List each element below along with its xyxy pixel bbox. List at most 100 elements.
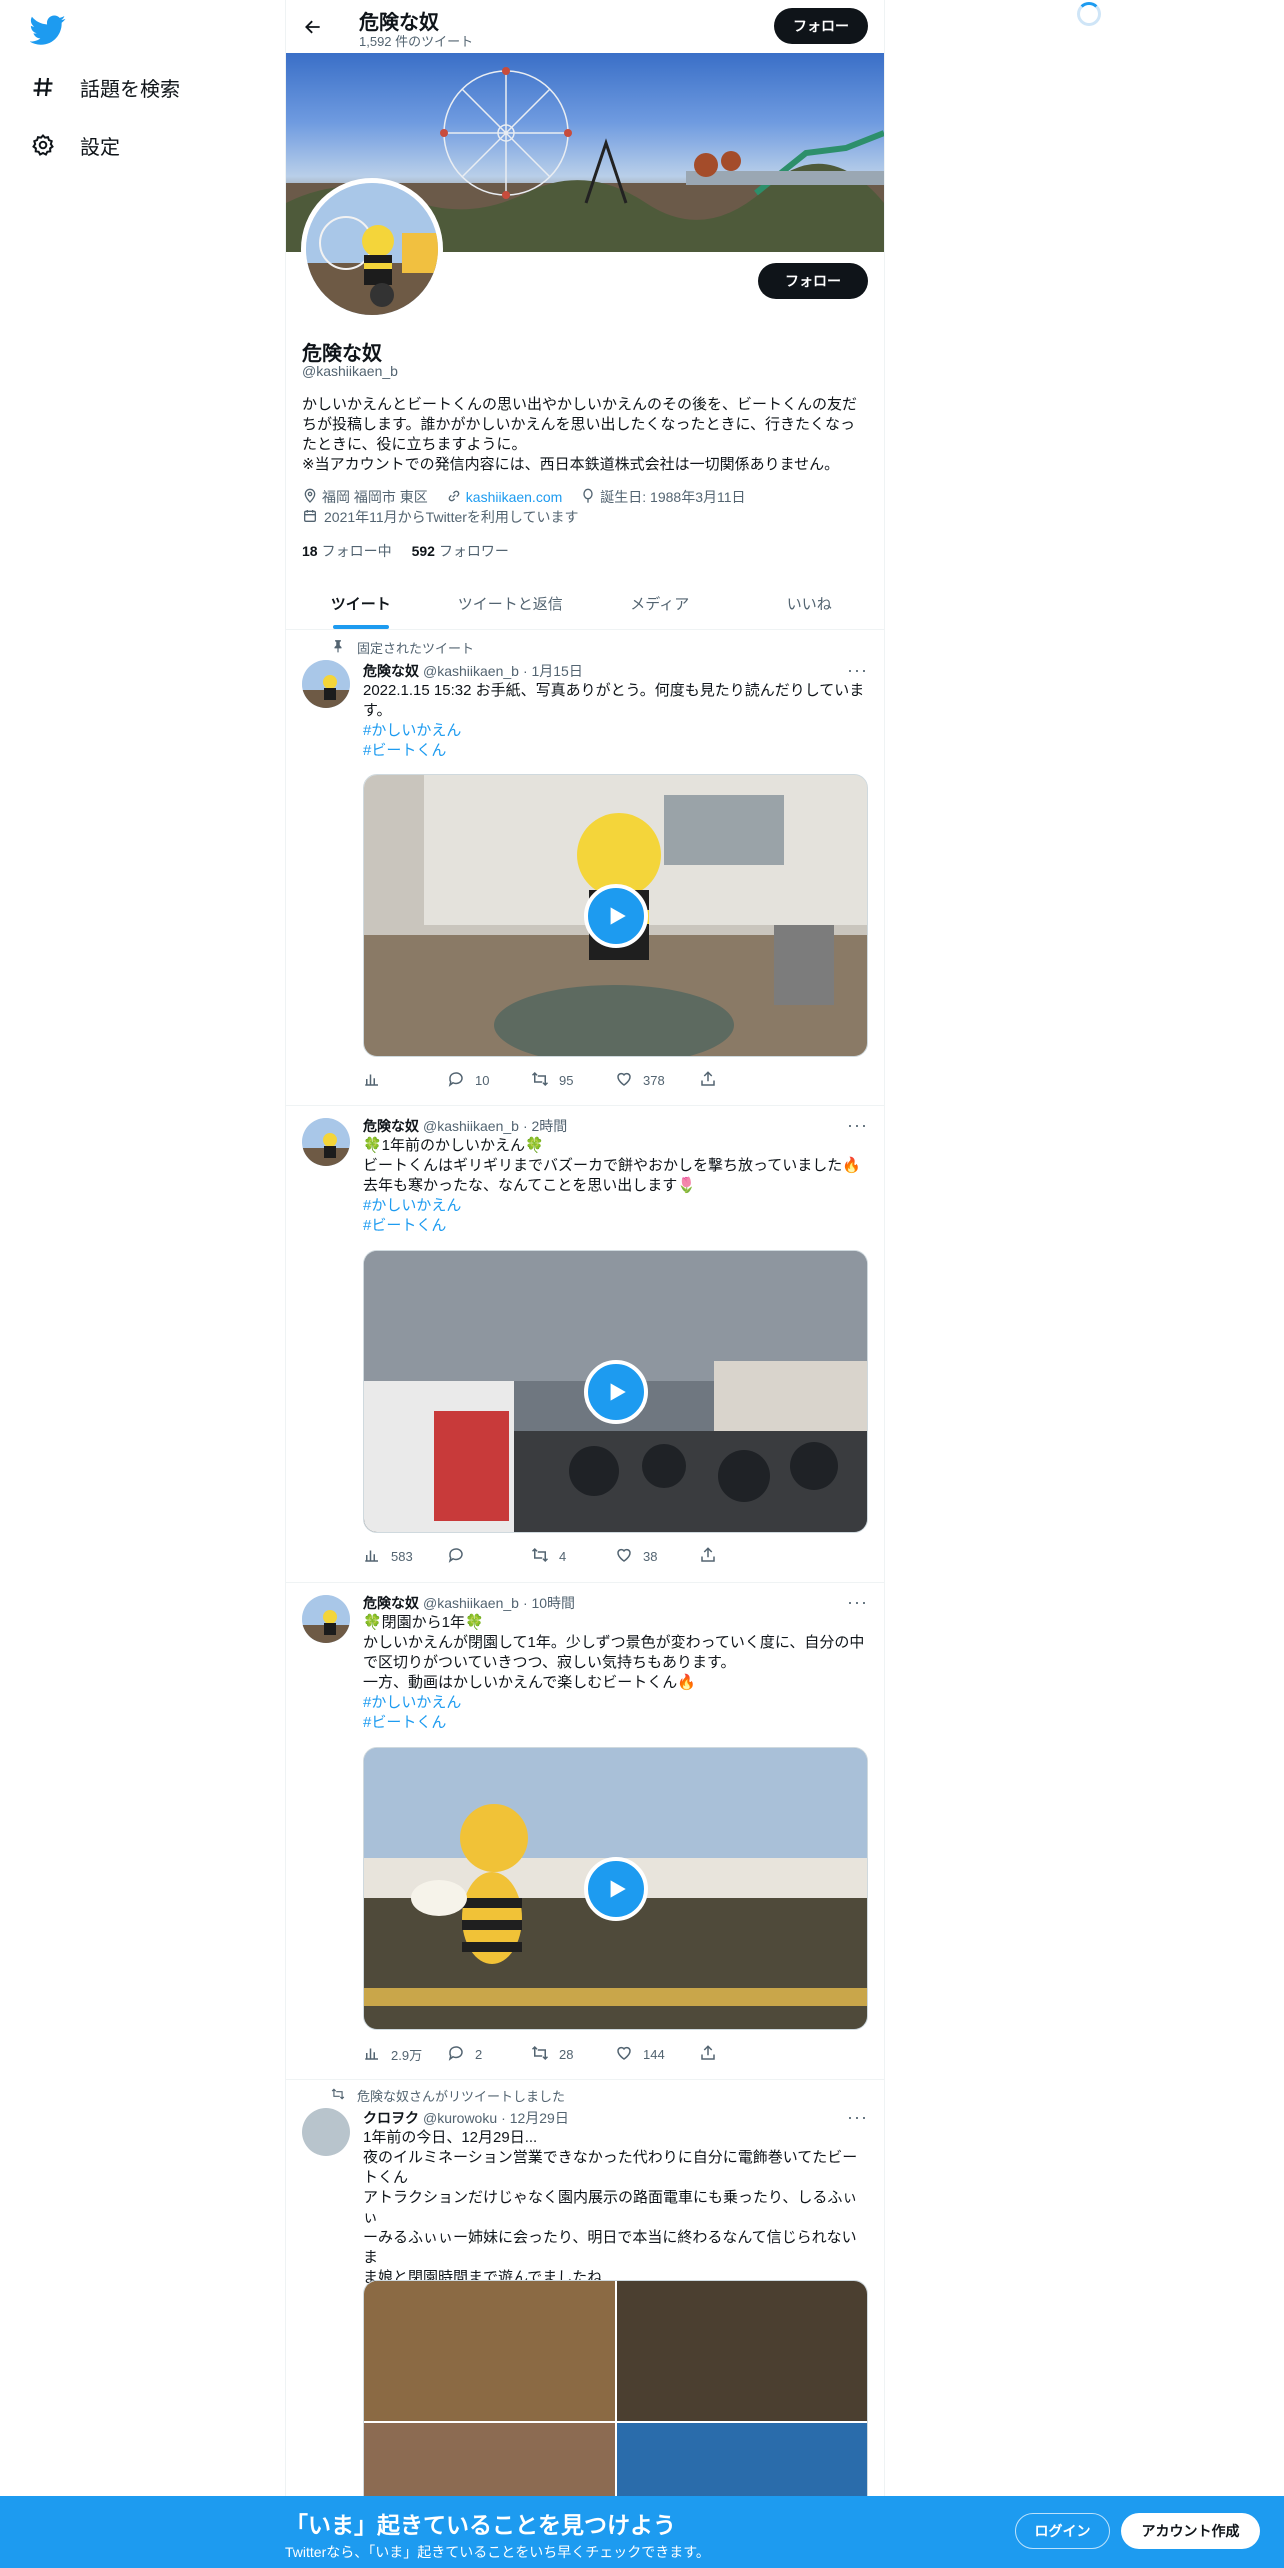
author-handle[interactable]: @kashiikaen_b xyxy=(423,1595,519,1611)
author-handle[interactable]: @kurowoku xyxy=(423,2110,497,2126)
nav-explore[interactable]: 話題を検索 xyxy=(30,67,180,107)
retweet-icon xyxy=(531,1546,549,1567)
tab-tweets-and-replies[interactable]: ツイートと返信 xyxy=(436,577,586,629)
profile-name: 危険な奴 xyxy=(302,343,382,365)
views-count: 2.9万 xyxy=(391,2047,423,2063)
tab-media[interactable]: メディア xyxy=(585,577,735,629)
share-button[interactable] xyxy=(699,1546,783,1566)
following-link[interactable]: 18 フォロー中 xyxy=(302,541,392,561)
author-name[interactable]: 危険な奴 xyxy=(363,1593,419,1613)
tweet-text: 🍀閉園から1年🍀 かしいかえんが閉園して1年。少しずつ景色が変わっていく度に、自… xyxy=(363,1613,868,1733)
followers-link[interactable]: 592 フォロワー xyxy=(412,541,509,561)
more-options-icon[interactable]: ··· xyxy=(847,1115,868,1136)
more-options-icon[interactable]: ··· xyxy=(847,660,868,681)
tab-likes[interactable]: いいね xyxy=(735,577,885,629)
profile-bio: かしいかえんとビートくんの思い出やかしいかえんのその後を、ビートくんの友だ ちが… xyxy=(302,395,870,475)
retweet-count: 95 xyxy=(559,1072,574,1088)
profile-birthday: 誕生日: 1988年3月11日 xyxy=(600,489,746,505)
nav-settings[interactable]: 設定 xyxy=(30,125,120,165)
avatar[interactable] xyxy=(302,2108,350,2156)
video-thumbnail[interactable] xyxy=(363,774,868,1057)
like-button[interactable]: 38 xyxy=(615,1546,699,1566)
reply-button[interactable]: 2 xyxy=(447,2044,531,2064)
like-button[interactable]: 144 xyxy=(615,2044,699,2064)
hashtag-link[interactable]: #ビートくん xyxy=(363,1713,868,1733)
retweet-button[interactable]: 4 xyxy=(531,1546,615,1566)
views-button[interactable] xyxy=(363,1070,447,1090)
profile-joined-row: 2021年11月からTwitterを利用しています xyxy=(302,507,579,527)
tab-tweets[interactable]: ツイート xyxy=(286,577,436,629)
tweet-time[interactable]: · 2時間 xyxy=(523,1116,567,1136)
more-options-icon[interactable]: ··· xyxy=(847,2107,868,2128)
tweet[interactable]: 固定されたツイート 危険な奴 @kashiikaen_b · 1月15日 ···… xyxy=(286,630,884,1106)
views-button[interactable]: 2.9万 xyxy=(363,2044,447,2064)
hashtag-icon xyxy=(30,74,56,100)
hashtag-link[interactable]: #かしいかえん xyxy=(363,1693,868,1713)
retweet-indicator: 危険な奴さんがリツイートしました xyxy=(331,2086,565,2105)
hashtag-link[interactable]: #かしいかえん xyxy=(363,1196,868,1216)
tweet-line: 去年も寒かったな、なんてことを思い出します🌷 xyxy=(363,1177,696,1194)
tweet-actions: 2.9万 2 28 144 xyxy=(363,2044,783,2064)
like-button[interactable]: 378 xyxy=(615,1070,699,1090)
author-name[interactable]: 危険な奴 xyxy=(363,1116,419,1136)
like-count: 378 xyxy=(643,1072,665,1088)
video-thumbnail[interactable] xyxy=(363,1747,868,2030)
tweet-text: 2022.1.15 15:32 お手紙、写真ありがとう。何度も見たり読んだりして… xyxy=(363,681,868,761)
retweet-count: 4 xyxy=(559,1548,567,1564)
hashtag-link[interactable]: #かしいかえん xyxy=(363,721,868,741)
tweet-line: 🍀1年前のかしいかえん🍀 xyxy=(363,1137,544,1154)
avatar[interactable] xyxy=(302,1595,350,1643)
tweet-time[interactable]: · 12月29日 xyxy=(501,2108,569,2128)
reply-count: 2 xyxy=(475,2046,483,2062)
reply-icon xyxy=(447,1546,465,1567)
video-thumbnail[interactable] xyxy=(363,1250,868,1533)
photo[interactable] xyxy=(616,2281,867,2421)
tweet-time[interactable]: · 1月15日 xyxy=(523,661,583,681)
heart-icon xyxy=(615,1070,633,1091)
play-icon[interactable] xyxy=(583,1856,648,1921)
tweet-line: す。 xyxy=(363,702,392,719)
signup-button[interactable]: アカウント作成 xyxy=(1121,2513,1260,2549)
following-label: フォロー中 xyxy=(321,543,392,559)
views-button[interactable]: 583 xyxy=(363,1546,447,1566)
hashtag-link[interactable]: #ビートくん xyxy=(363,1216,868,1236)
back-arrow-icon[interactable] xyxy=(298,12,328,42)
tweet-header: クロヲク @kurowoku · 12月29日 ··· xyxy=(363,2107,868,2128)
retweet-button[interactable]: 95 xyxy=(531,1070,615,1090)
link-icon xyxy=(446,488,462,507)
profile-avatar[interactable] xyxy=(301,178,443,320)
photo[interactable] xyxy=(364,2281,615,2421)
like-count: 144 xyxy=(643,2046,665,2062)
pinned-label: 固定されたツイート xyxy=(357,641,475,656)
hashtag-link[interactable]: #ビートくん xyxy=(363,741,868,761)
login-button[interactable]: ログイン xyxy=(1015,2513,1110,2549)
profile-follow-button[interactable]: フォロー xyxy=(758,263,868,299)
author-handle[interactable]: @kashiikaen_b xyxy=(423,1118,519,1134)
share-button[interactable] xyxy=(699,1070,783,1090)
avatar[interactable] xyxy=(302,1118,350,1166)
author-handle[interactable]: @kashiikaen_b xyxy=(423,663,519,679)
tweet-line: トくん xyxy=(363,2169,409,2186)
author-name[interactable]: 危険な奴 xyxy=(363,661,419,681)
twitter-bird-icon[interactable] xyxy=(29,12,66,48)
pinned-indicator: 固定されたツイート xyxy=(331,638,474,657)
more-options-icon[interactable]: ··· xyxy=(847,1592,868,1613)
author-name[interactable]: クロヲク xyxy=(363,2108,419,2128)
profile-tabs: ツイート ツイートと返信 メディア いいね xyxy=(286,577,884,630)
bio-line: ※当アカウントでの発信内容には、西日本鉄道株式会社は一切関係ありません。 xyxy=(302,456,840,473)
tweet[interactable]: 危険な奴 @kashiikaen_b · 10時間 ··· 🍀閉園から1年🍀 か… xyxy=(286,1583,884,2080)
play-icon[interactable] xyxy=(583,1359,648,1424)
tweet-time[interactable]: · 10時間 xyxy=(523,1593,575,1613)
header-follow-button[interactable]: フォロー xyxy=(774,8,868,44)
reply-button[interactable]: 10 xyxy=(447,1070,531,1090)
profile-website-link[interactable]: kashiikaen.com xyxy=(466,489,563,505)
retweet-button[interactable]: 28 xyxy=(531,2044,615,2064)
avatar[interactable] xyxy=(302,660,350,708)
bio-line: かしいかえんとビートくんの思い出やかしいかえんのその後を、ビートくんの友だ xyxy=(302,396,858,413)
left-navigation: 話題を検索 設定 xyxy=(0,0,285,2568)
tweet-header: 危険な奴 @kashiikaen_b · 2時間 ··· xyxy=(363,1115,868,1136)
share-button[interactable] xyxy=(699,2044,783,2064)
play-icon[interactable] xyxy=(583,883,648,948)
tweet[interactable]: 危険な奴 @kashiikaen_b · 2時間 ··· 🍀1年前のかしいかえん… xyxy=(286,1106,884,1583)
reply-button[interactable] xyxy=(447,1546,531,1566)
